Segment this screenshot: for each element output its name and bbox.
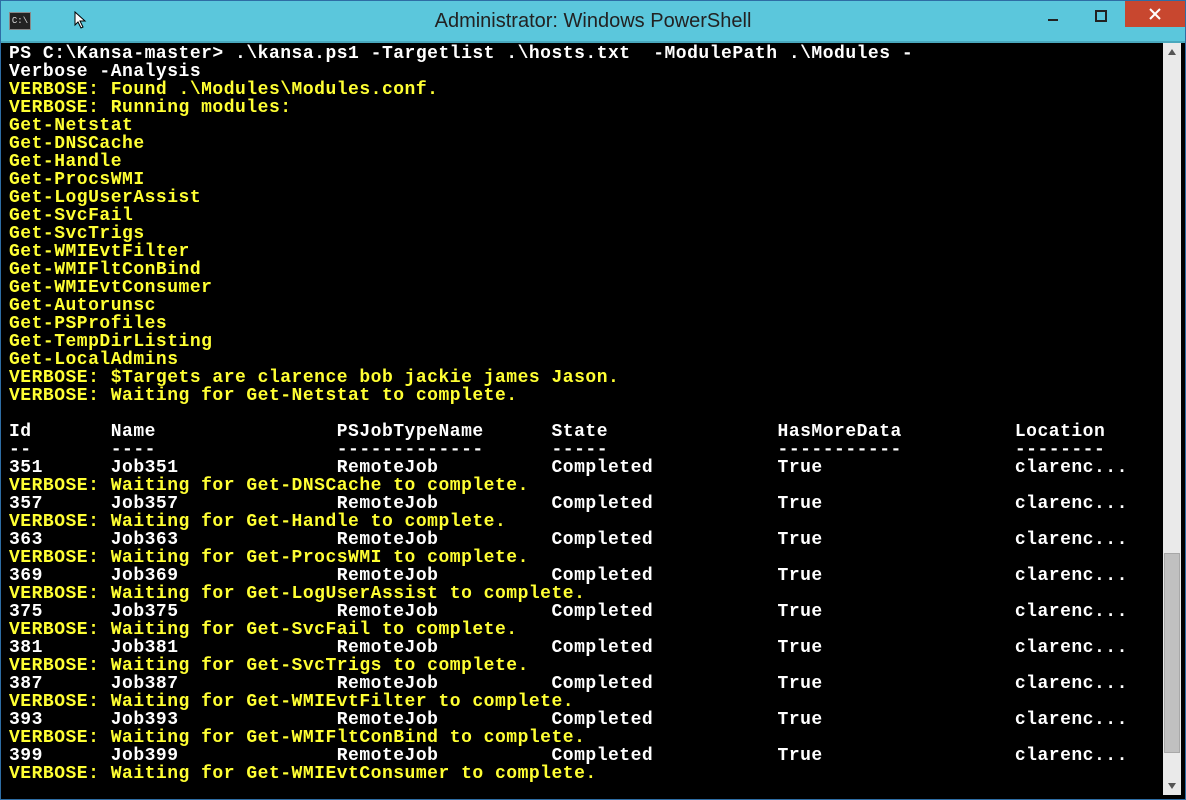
vertical-scrollbar[interactable] [1163,43,1181,795]
terminal-line: 375 Job375 RemoteJob Completed True clar… [9,603,1163,621]
window-buttons [1029,1,1185,31]
terminal-line: 357 Job357 RemoteJob Completed True clar… [9,495,1163,513]
terminal-line: Get-Handle [9,153,1163,171]
terminal-line: Get-DNSCache [9,135,1163,153]
minimize-button[interactable] [1029,1,1077,31]
terminal-line: Verbose -Analysis [9,63,1163,81]
terminal-line: 351 Job351 RemoteJob Completed True clar… [9,459,1163,477]
terminal-line: Get-ProcsWMI [9,171,1163,189]
powershell-window: C:\ Administrator: Windows PowerShell PS… [0,0,1186,800]
terminal-line: VERBOSE: Waiting for Get-Handle to compl… [9,513,1163,531]
terminal-line: Get-LocalAdmins [9,351,1163,369]
scroll-up-button[interactable] [1163,43,1181,61]
system-menu-icon[interactable]: C:\ [9,12,31,30]
terminal-line: Get-SvcFail [9,207,1163,225]
scrollbar-thumb[interactable] [1164,553,1180,753]
terminal-line: -- ---- ------------- ----- ----------- … [9,441,1163,459]
terminal-line: 369 Job369 RemoteJob Completed True clar… [9,567,1163,585]
terminal-line: Get-TempDirListing [9,333,1163,351]
terminal-line: VERBOSE: Waiting for Get-DNSCache to com… [9,477,1163,495]
terminal-line: PS C:\Kansa-master> .\kansa.ps1 -Targetl… [9,45,1163,63]
terminal-line: 393 Job393 RemoteJob Completed True clar… [9,711,1163,729]
terminal-line: VERBOSE: Waiting for Get-SvcTrigs to com… [9,657,1163,675]
terminal-line: 363 Job363 RemoteJob Completed True clar… [9,531,1163,549]
client-area: PS C:\Kansa-master> .\kansa.ps1 -Targetl… [5,43,1181,795]
close-button[interactable] [1125,1,1185,27]
terminal-line: VERBOSE: Waiting for Get-WMIEvtFilter to… [9,693,1163,711]
window-title: Administrator: Windows PowerShell [1,10,1185,33]
terminal-line: Id Name PSJobTypeName State HasMoreData … [9,423,1163,441]
terminal-line: Get-WMIEvtConsumer [9,279,1163,297]
terminal-line: Get-WMIEvtFilter [9,243,1163,261]
terminal-line: VERBOSE: Waiting for Get-Netstat to comp… [9,387,1163,405]
maximize-button[interactable] [1077,1,1125,31]
terminal-line: Get-LogUserAssist [9,189,1163,207]
terminal-line: Get-Netstat [9,117,1163,135]
terminal-line: 387 Job387 RemoteJob Completed True clar… [9,675,1163,693]
terminal-line: 399 Job399 RemoteJob Completed True clar… [9,747,1163,765]
titlebar[interactable]: C:\ Administrator: Windows PowerShell [1,1,1185,43]
terminal-line: VERBOSE: Waiting for Get-ProcsWMI to com… [9,549,1163,567]
terminal-line: VERBOSE: Found .\Modules\Modules.conf. [9,81,1163,99]
terminal-line: VERBOSE: Running modules: [9,99,1163,117]
terminal-line: Get-WMIFltConBind [9,261,1163,279]
terminal-line: VERBOSE: $Targets are clarence bob jacki… [9,369,1163,387]
terminal-output[interactable]: PS C:\Kansa-master> .\kansa.ps1 -Targetl… [5,43,1163,795]
terminal-line [9,405,1163,423]
terminal-line: VERBOSE: Waiting for Get-SvcFail to comp… [9,621,1163,639]
terminal-line: 381 Job381 RemoteJob Completed True clar… [9,639,1163,657]
terminal-line: VERBOSE: Waiting for Get-WMIEvtConsumer … [9,765,1163,783]
scroll-down-button[interactable] [1163,777,1181,795]
terminal-line: VERBOSE: Waiting for Get-WMIFltConBind t… [9,729,1163,747]
terminal-line: VERBOSE: Waiting for Get-LogUserAssist t… [9,585,1163,603]
terminal-line: Get-SvcTrigs [9,225,1163,243]
terminal-line: Get-PSProfiles [9,315,1163,333]
terminal-line: Get-Autorunsc [9,297,1163,315]
